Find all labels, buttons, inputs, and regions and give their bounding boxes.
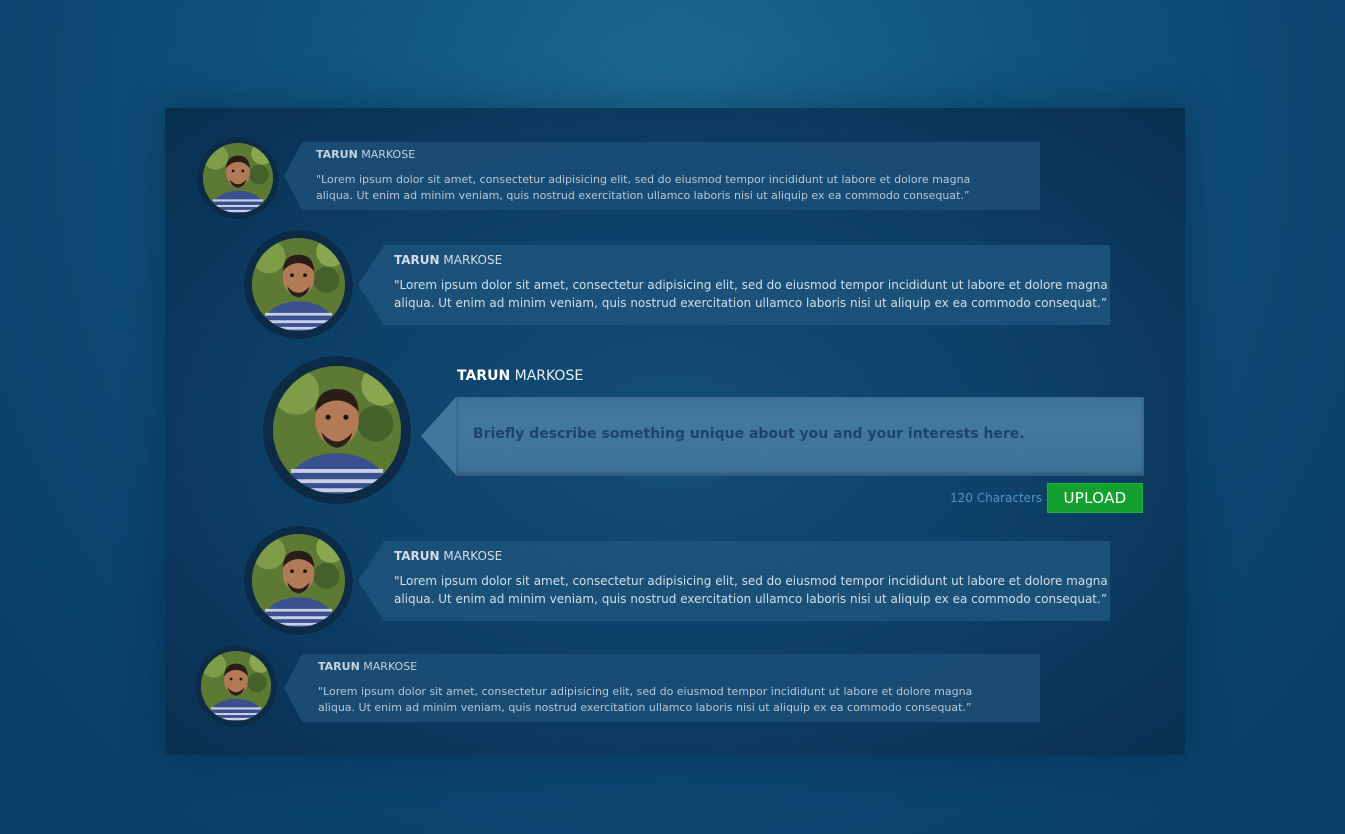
upload-button[interactable]: UPLOAD bbox=[1047, 483, 1143, 513]
comment-author: TARUN MARKOSE bbox=[318, 660, 418, 673]
avatar bbox=[244, 526, 353, 635]
avatar bbox=[244, 230, 353, 339]
user-photo-icon bbox=[203, 143, 273, 213]
comment-author: TARUN MARKOSE bbox=[316, 148, 416, 161]
comment-text: "Lorem ipsum dolor sit amet, consectetur… bbox=[394, 278, 1108, 310]
composer-pointer bbox=[421, 397, 456, 475]
avatar bbox=[197, 137, 279, 219]
user-photo-icon bbox=[252, 238, 345, 331]
user-photo-icon bbox=[252, 534, 345, 627]
avatar bbox=[195, 645, 277, 727]
comment-bubble: TARUN MARKOSE "Lorem ipsum dolor sit ame… bbox=[284, 142, 1040, 210]
comment-bubble: TARUN MARKOSE "Lorem ipsum dolor sit ame… bbox=[284, 654, 1040, 722]
comment-bubble: TARUN MARKOSE "Lorem ipsum dolor sit ame… bbox=[358, 541, 1110, 621]
comment-text: "Lorem ipsum dolor sit amet, consectetur… bbox=[394, 574, 1108, 606]
comment-author: TARUN MARKOSE bbox=[394, 253, 503, 267]
avatar bbox=[263, 356, 411, 504]
comment-text: "Lorem ipsum dolor sit amet, consectetur… bbox=[318, 685, 973, 714]
composer-placeholder: Briefly describe something unique about … bbox=[473, 426, 1025, 442]
composer-author: TARUN MARKOSE bbox=[457, 368, 584, 384]
comment-author: TARUN MARKOSE bbox=[394, 549, 503, 563]
user-photo-icon bbox=[201, 651, 271, 721]
user-photo-icon bbox=[273, 366, 401, 494]
composer-input[interactable]: Briefly describe something unique about … bbox=[456, 397, 1144, 476]
comment-text: "Lorem ipsum dolor sit amet, consectetur… bbox=[316, 173, 971, 202]
comment-bubble: TARUN MARKOSE "Lorem ipsum dolor sit ame… bbox=[358, 245, 1110, 325]
character-count: 120 Characters bbox=[950, 491, 1043, 505]
